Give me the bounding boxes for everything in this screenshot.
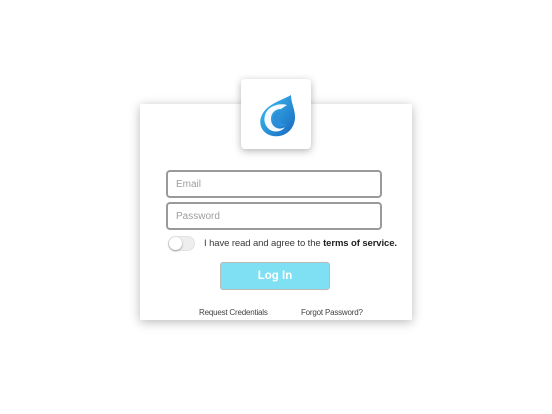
terms-agreement-text: I have read and agree to the terms of se… [204, 238, 397, 249]
email-field[interactable] [166, 170, 382, 198]
water-drop-logo-icon [260, 95, 295, 137]
login-page: I have read and agree to the terms of se… [0, 0, 552, 414]
terms-prefix: I have read and agree to the [204, 238, 324, 249]
terms-of-service-link[interactable]: terms of service. [323, 238, 397, 249]
forgot-password-link[interactable]: Forgot Password? [301, 308, 363, 317]
terms-toggle[interactable] [168, 236, 195, 251]
logo-tile [241, 79, 311, 149]
toggle-knob [169, 237, 182, 250]
password-field[interactable] [166, 202, 382, 230]
login-button[interactable]: Log In [220, 262, 330, 290]
request-credentials-link[interactable]: Request Credentials [199, 308, 268, 317]
